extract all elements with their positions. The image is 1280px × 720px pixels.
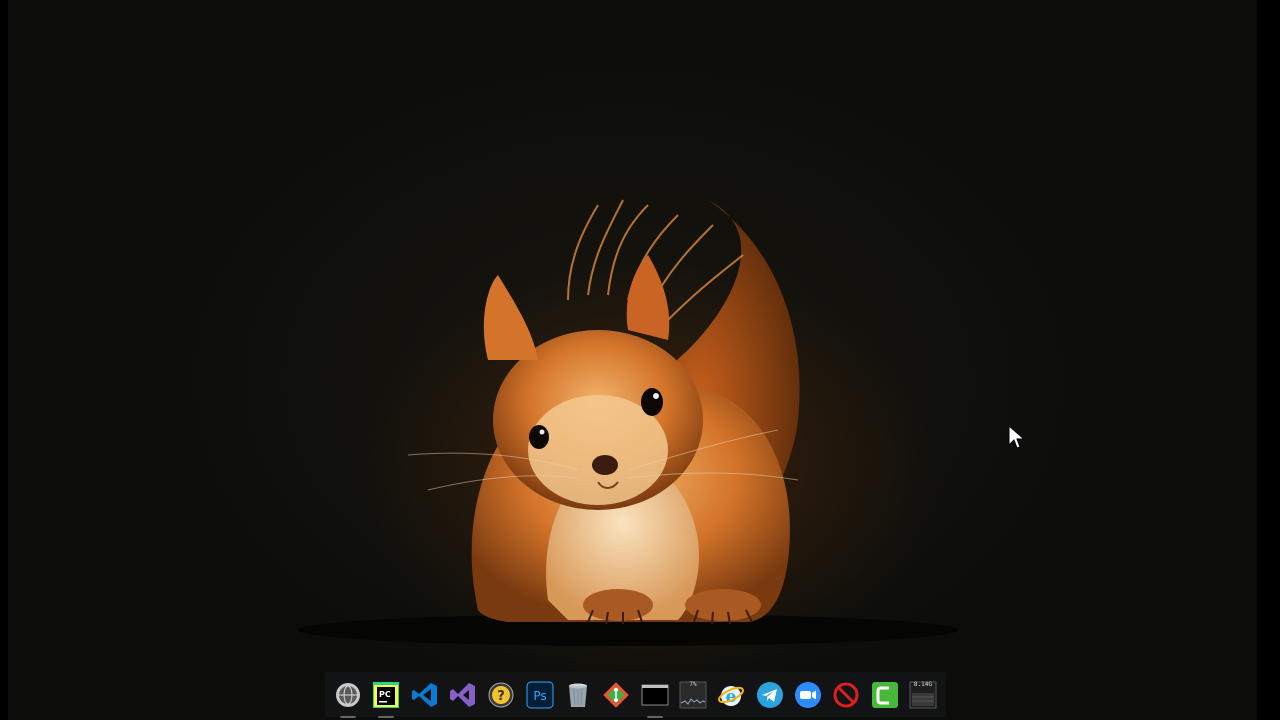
dock-item-memory-monitor[interactable]: 8.14G [908,680,938,710]
dock-item-visual-studio[interactable] [448,680,478,710]
cpu-usage-label: 7% [689,680,697,688]
svg-text:Ps: Ps [533,689,546,703]
globe-gear-icon [336,682,360,707]
desktop[interactable] [8,0,1257,720]
dock-item-camtasia[interactable] [870,680,900,710]
dock-item-help[interactable]: ? [486,680,516,710]
dock-item-photoshop[interactable]: Ps [525,680,555,710]
terminal-icon [641,684,669,705]
dock-item-system-settings[interactable] [333,680,363,718]
squirrel-wallpaper [298,199,958,646]
dock-item-trash[interactable] [563,680,593,710]
dock: PC ? Ps 7% e 8.14G [325,672,946,718]
dock-item-git[interactable] [601,680,631,710]
svg-text:?: ? [498,689,506,704]
dock-item-pycharm[interactable]: PC [371,680,401,718]
running-indicator [378,715,395,718]
letterbox-left [0,0,8,720]
memory-usage-label: 8.14G [913,680,932,688]
help-icon: ? [488,682,514,707]
zoom-icon [794,681,821,708]
dock-item-telegram[interactable] [755,680,785,710]
dock-item-terminal[interactable] [640,680,670,718]
telegram-icon [756,681,783,708]
running-indicator [646,715,663,718]
letterbox-right [1257,0,1280,720]
dock-item-internet-explorer[interactable]: e [716,680,746,710]
dock-item-blocker[interactable] [831,680,861,710]
dock-item-zoom[interactable] [793,680,823,710]
no-entry-icon [833,682,859,707]
svg-text:PC: PC [379,690,391,699]
mouse-pointer-icon [1008,425,1026,449]
vscode-icon [411,682,437,707]
pycharm-icon: PC [373,681,400,708]
trash-icon [568,683,587,707]
git-icon [603,681,630,708]
camtasia-icon [871,681,898,708]
running-indicator [340,715,356,718]
ie-icon: e [718,685,745,707]
visual-studio-icon [449,682,475,707]
dock-item-vscode[interactable] [410,680,440,710]
dock-item-cpu-monitor[interactable]: 7% [678,680,708,710]
photoshop-icon: Ps [526,681,554,708]
